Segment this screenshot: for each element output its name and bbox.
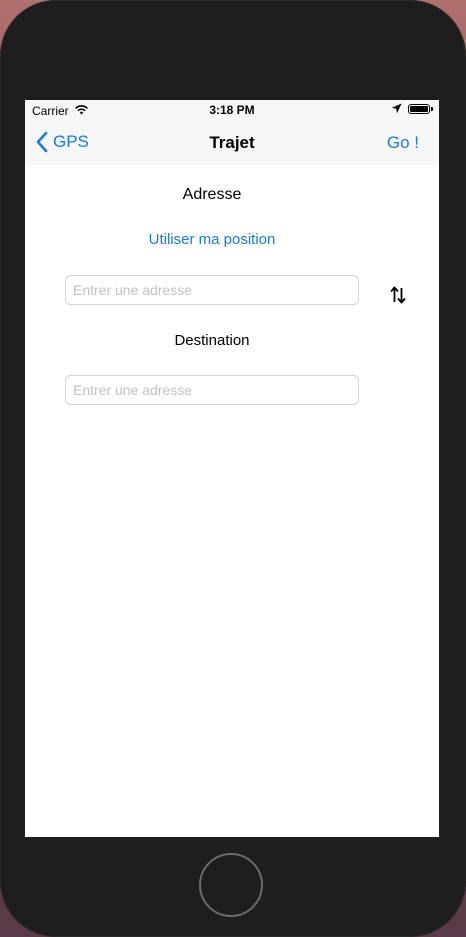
swap-vertical-icon[interactable]: [390, 285, 406, 305]
phone-frame: Carrier 3:18 PM GPS Trajet Go ! Adresse …: [0, 0, 466, 937]
battery-full-icon: [408, 104, 430, 114]
home-button[interactable]: [199, 853, 263, 917]
origin-label: Adresse: [182, 186, 242, 203]
location-arrow-icon: [391, 103, 402, 117]
origin-address-input[interactable]: [65, 275, 359, 305]
destination-address-input[interactable]: [65, 375, 359, 405]
status-bar: Carrier 3:18 PM: [25, 100, 439, 120]
navigation-bar: GPS Trajet Go !: [25, 120, 439, 165]
battery-tip: [431, 107, 433, 111]
go-button[interactable]: Go !: [387, 133, 419, 153]
status-time: 3:18 PM: [209, 103, 255, 117]
page-title: Trajet: [209, 133, 255, 152]
phone-screen: Carrier 3:18 PM GPS Trajet Go ! Adresse …: [25, 100, 439, 837]
destination-label: Destination: [174, 332, 250, 349]
use-position-button[interactable]: Utiliser ma position: [25, 231, 399, 248]
